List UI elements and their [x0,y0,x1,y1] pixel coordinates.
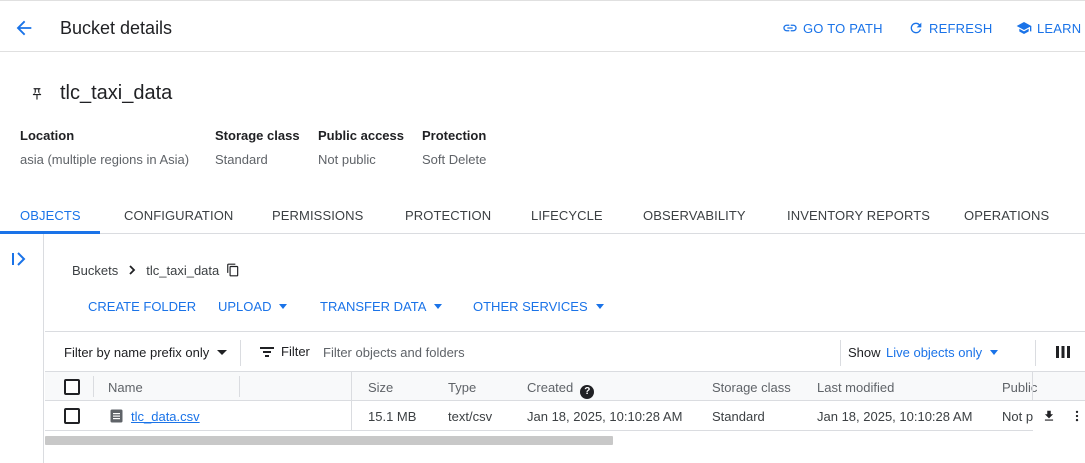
transfer-data-label: TRANSFER DATA [320,299,427,314]
download-icon[interactable] [1042,409,1056,423]
upload-label: UPLOAD [218,299,272,314]
tab-lifecycle[interactable]: LIFECYCLE [531,208,603,223]
column-header-last-modified[interactable]: Last modified [817,380,894,395]
tab-bar: OBJECTS CONFIGURATION PERMISSIONS PROTEC… [0,196,1085,234]
refresh-label: REFRESH [929,20,993,36]
location-value: asia (multiple regions in Asia) [20,152,190,167]
column-header-name[interactable]: Name [108,380,143,395]
tab-inventory-reports[interactable]: INVENTORY REPORTS [787,208,930,223]
go-to-path-label: GO TO PATH [803,20,883,36]
school-icon [1016,22,1032,34]
tab-observability[interactable]: OBSERVABILITY [643,208,746,223]
object-created: Jan 18, 2025, 10:10:28 AM [527,409,683,424]
refresh-button[interactable]: REFRESH [908,20,993,36]
caret-down-icon [990,350,999,355]
side-rail [0,234,44,463]
breadcrumb-buckets[interactable]: Buckets [72,263,118,278]
object-type: text/csv [448,409,493,424]
tab-protection[interactable]: PROTECTION [405,208,491,223]
more-vert-icon[interactable] [1070,408,1084,424]
create-folder-label: CREATE FOLDER [88,299,197,314]
object-name-link[interactable]: tlc_data.csv [131,409,200,424]
show-objects-value: Live objects only [886,345,983,360]
copy-icon[interactable] [226,262,240,278]
page-header: Bucket details GO TO PATH REFRESH LEARN [0,0,1085,52]
protection-label: Protection [422,128,487,143]
chevron-right-icon [129,265,136,275]
divider [93,376,94,397]
filter-label: Filter [281,344,310,359]
pin-icon[interactable] [30,86,44,102]
tab-permissions[interactable]: PERMISSIONS [272,208,363,223]
tab-configuration[interactable]: CONFIGURATION [124,208,233,223]
public-access-value: Not public [318,152,376,167]
caret-down-icon [217,350,228,355]
column-header-type[interactable]: Type [448,380,476,395]
bucket-name: tlc_taxi_data [60,82,173,104]
link-icon [783,24,797,32]
other-services-label: OTHER SERVICES [473,299,588,314]
other-services-button[interactable]: OTHER SERVICES [473,299,604,314]
filter-bar: Filter by name prefix only Filter Show L… [45,331,1085,372]
learn-label: LEARN [1037,20,1082,36]
created-label: Created [527,380,574,395]
row-checkbox[interactable] [64,408,80,424]
transfer-data-button[interactable]: TRANSFER DATA [320,299,443,314]
select-all-checkbox[interactable] [64,379,80,395]
storage-class-label: Storage class [215,128,300,143]
filter-mode-value: Filter by name prefix only [64,345,210,360]
table-row[interactable]: tlc_data.csv 15.1 MB text/csv Jan 18, 20… [45,401,1085,431]
filter-input[interactable] [323,338,823,366]
refresh-icon [910,22,922,34]
filter-list-icon [260,346,274,357]
public-access-label: Public access [318,128,404,143]
divider [351,372,352,401]
divider [351,401,352,431]
divider [1035,340,1036,366]
divider [840,340,841,366]
filter-label-group: Filter [260,344,310,359]
page-title: Bucket details [60,18,173,38]
filter-mode-select[interactable]: Filter by name prefix only [64,345,228,360]
upload-button[interactable]: UPLOAD [218,299,288,314]
show-objects-select[interactable]: Live objects only [886,345,999,360]
object-storage-class: Standard [712,409,765,424]
object-last-modified: Jan 18, 2025, 10:10:28 AM [817,409,973,424]
table-header: Name Size Type Created? Storage class La… [45,372,1085,401]
tab-operations[interactable]: OPERATIONS [964,208,1049,223]
column-display-icon[interactable] [1055,344,1071,360]
caret-down-icon [595,304,604,309]
show-label: Show [848,345,881,360]
divider [1032,372,1033,401]
caret-down-icon [279,304,288,309]
back-arrow-icon[interactable] [13,17,35,39]
row-actions [1033,401,1085,431]
go-to-path-button[interactable]: GO TO PATH [782,20,883,36]
tab-objects[interactable]: OBJECTS [20,208,81,223]
file-icon [110,409,123,423]
protection-value: Soft Delete [422,152,487,167]
object-size: 15.1 MB [368,409,417,424]
create-folder-button[interactable]: CREATE FOLDER [88,299,196,314]
object-public-access: Not p [1002,409,1034,424]
storage-class-value: Standard [215,152,268,167]
location-label: Location [20,128,75,143]
learn-button[interactable]: LEARN [1016,20,1081,36]
breadcrumb: Buckets tlc_taxi_data [72,262,240,278]
divider [239,376,240,397]
bucket-heading: tlc_taxi_data [30,82,172,105]
object-name[interactable]: tlc_data.csv [131,409,200,424]
column-header-size[interactable]: Size [368,380,393,395]
column-header-created[interactable]: Created? [527,380,595,399]
caret-down-icon [434,304,443,309]
expand-panel-icon[interactable] [10,250,28,268]
column-header-storage-class[interactable]: Storage class [712,380,791,395]
breadcrumb-current: tlc_taxi_data [146,262,220,278]
help-icon[interactable]: ? [580,385,595,399]
divider [240,340,241,366]
horizontal-scrollbar[interactable] [45,436,613,445]
